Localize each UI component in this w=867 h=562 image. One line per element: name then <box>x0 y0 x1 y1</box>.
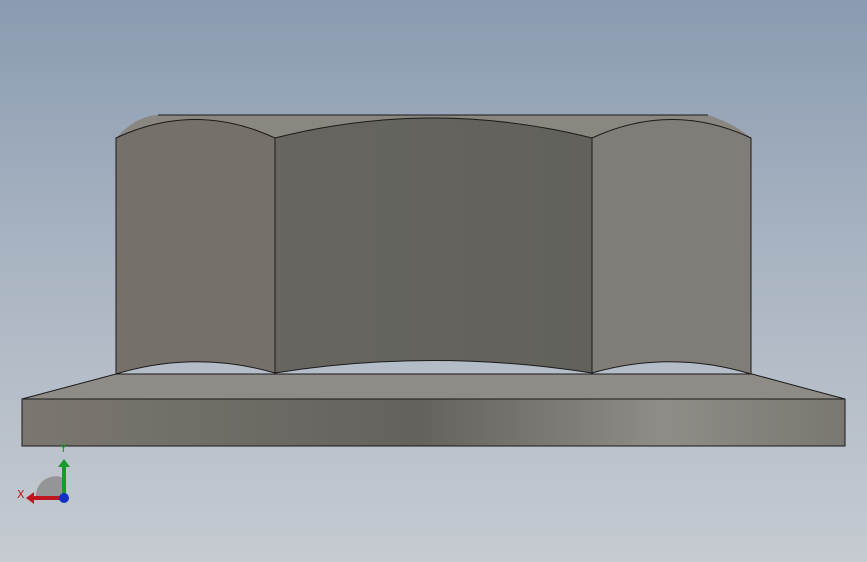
z-axis-dot-icon <box>59 493 69 503</box>
hex-face-right[interactable] <box>591 119 752 375</box>
y-axis-label: Y <box>59 442 67 455</box>
hex-face-left[interactable] <box>115 119 276 375</box>
graphics-viewport[interactable]: X Y <box>0 0 867 562</box>
flange-top-face[interactable] <box>21 373 846 400</box>
coordinate-triad-icon: X Y <box>17 442 70 504</box>
x-axis-label: X <box>17 488 25 501</box>
flange-front-face[interactable] <box>21 398 846 447</box>
hex-face-center[interactable] <box>274 117 593 374</box>
model-view[interactable] <box>0 0 867 562</box>
